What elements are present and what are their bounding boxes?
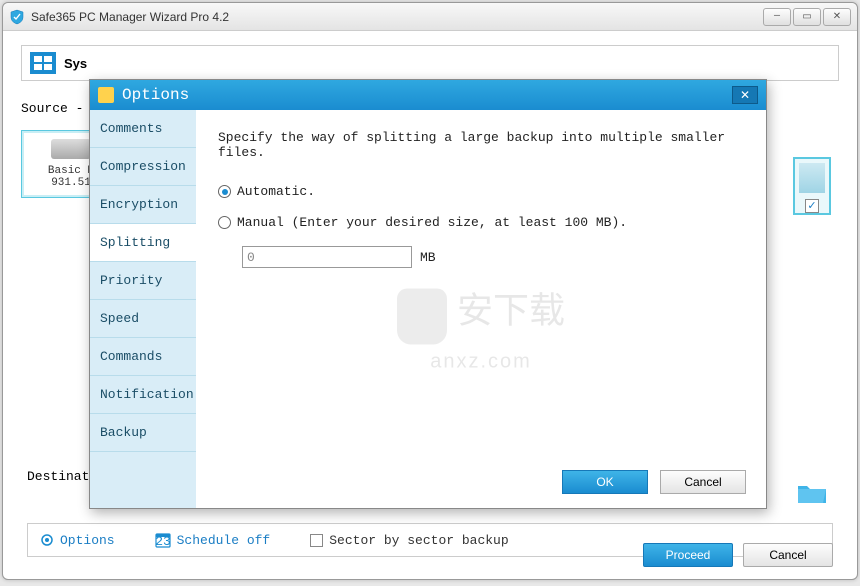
sidebar-item-commands[interactable]: Commands xyxy=(90,338,196,376)
svg-text:23: 23 xyxy=(155,534,171,548)
close-button[interactable]: ✕ xyxy=(823,8,851,26)
destination-label: Destinati xyxy=(27,469,97,484)
radio-automatic[interactable] xyxy=(218,185,231,198)
minimize-button[interactable]: — xyxy=(763,8,791,26)
app-window: Safe365 PC Manager Wizard Pro 4.2 — ▭ ✕ … xyxy=(2,2,858,580)
calendar-icon: 23 xyxy=(155,532,171,548)
dialog-panel: Specify the way of splitting a large bac… xyxy=(196,110,766,508)
sidebar-item-compression[interactable]: Compression xyxy=(90,148,196,186)
dialog-icon xyxy=(98,87,114,103)
target-disk-icon xyxy=(799,163,825,193)
app-icon xyxy=(9,9,25,25)
maximize-button[interactable]: ▭ xyxy=(793,8,821,26)
sidebar-item-encryption[interactable]: Encryption xyxy=(90,186,196,224)
window-title: Safe365 PC Manager Wizard Pro 4.2 xyxy=(31,10,763,24)
radio-manual-row[interactable]: Manual (Enter your desired size, at leas… xyxy=(218,215,744,230)
target-disk-checkbox[interactable]: ✓ xyxy=(805,199,819,213)
titlebar: Safe365 PC Manager Wizard Pro 4.2 — ▭ ✕ xyxy=(3,3,857,31)
watermark: 安下载 anxz.com xyxy=(397,282,565,374)
sector-backup-option[interactable]: Sector by sector backup xyxy=(310,533,508,548)
radio-manual-label: Manual (Enter your desired size, at leas… xyxy=(237,215,627,230)
proceed-button[interactable]: Proceed xyxy=(643,543,733,567)
dialog-body: Comments Compression Encryption Splittin… xyxy=(90,110,766,508)
sector-checkbox[interactable] xyxy=(310,534,323,547)
sidebar-item-splitting[interactable]: Splitting xyxy=(90,224,196,262)
main-toolbar: Sys xyxy=(21,45,839,81)
sidebar-item-speed[interactable]: Speed xyxy=(90,300,196,338)
radio-automatic-label: Automatic. xyxy=(237,184,315,199)
options-dialog: Options ✕ Comments Compression Encryptio… xyxy=(89,79,767,509)
dialog-ok-button[interactable]: OK xyxy=(562,470,648,494)
main-content: Sys Source - Basic M 931.51 ✓ Destinati xyxy=(3,31,857,579)
radio-automatic-row[interactable]: Automatic. xyxy=(218,184,744,199)
target-disk-card[interactable]: ✓ xyxy=(793,157,831,215)
gear-icon xyxy=(40,533,54,547)
sidebar-item-comments[interactable]: Comments xyxy=(90,110,196,148)
dialog-close-button[interactable]: ✕ xyxy=(732,86,758,104)
toolbar-label: Sys xyxy=(64,56,87,71)
windows-icon xyxy=(30,52,56,74)
dialog-sidebar: Comments Compression Encryption Splittin… xyxy=(90,110,196,508)
disk-icon xyxy=(51,139,91,159)
options-link[interactable]: Options xyxy=(40,533,115,548)
size-input-row: MB xyxy=(242,246,744,268)
size-input[interactable] xyxy=(242,246,412,268)
schedule-link[interactable]: 23 Schedule off xyxy=(155,532,271,548)
sidebar-item-priority[interactable]: Priority xyxy=(90,262,196,300)
dialog-titlebar: Options ✕ xyxy=(90,80,766,110)
dialog-title: Options xyxy=(122,86,724,104)
radio-manual[interactable] xyxy=(218,216,231,229)
sidebar-item-notification[interactable]: Notification xyxy=(90,376,196,414)
panel-description: Specify the way of splitting a large bac… xyxy=(218,130,744,160)
dialog-cancel-button[interactable]: Cancel xyxy=(660,470,746,494)
cancel-button[interactable]: Cancel xyxy=(743,543,833,567)
size-unit-label: MB xyxy=(420,250,436,265)
browse-folder-icon[interactable] xyxy=(797,481,827,505)
sidebar-item-backup[interactable]: Backup xyxy=(90,414,196,452)
